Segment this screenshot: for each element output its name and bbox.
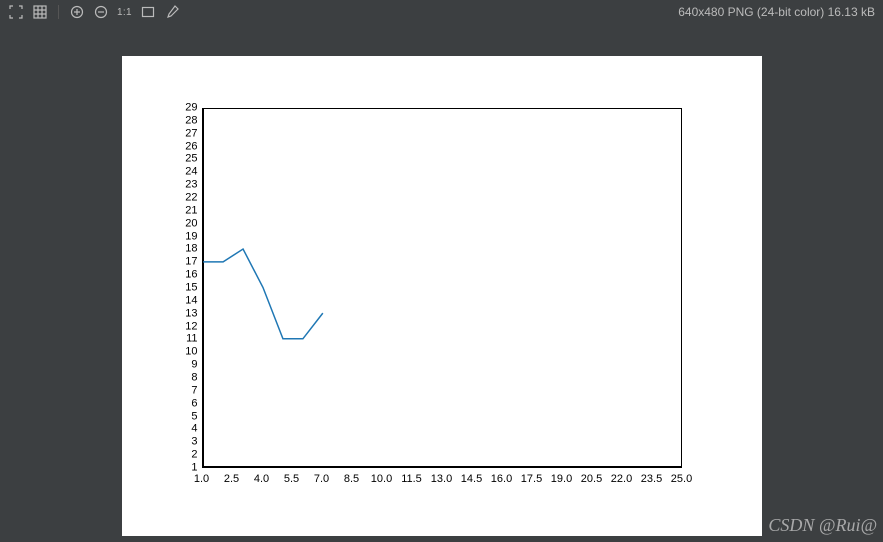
plot-area [202,108,682,468]
y-tick-label: 4 [170,424,198,435]
x-tick-label: 25.0 [671,474,692,485]
x-tick-label: 5.5 [284,474,299,485]
y-tick-label: 8 [170,373,198,384]
toolbar-left-group: 1:1 [8,4,180,20]
x-tick-label: 13.0 [431,474,452,485]
y-tick-label: 18 [170,244,198,255]
y-tick-label: 15 [170,283,198,294]
y-tick-label: 13 [170,308,198,319]
x-tick-label: 8.5 [344,474,359,485]
x-tick-label: 17.5 [521,474,542,485]
color-picker-icon[interactable] [164,4,180,20]
y-tick-label: 26 [170,141,198,152]
toolbar-divider [58,5,59,19]
x-tick-label: 14.5 [461,474,482,485]
x-tick-label: 23.5 [641,474,662,485]
fit-to-window-icon[interactable] [140,4,156,20]
image-viewer-area: 1234567891011121314151617181920212223242… [0,24,883,542]
zoom-out-icon[interactable] [93,4,109,20]
x-tick-label: 11.5 [401,474,422,485]
y-tick-label: 7 [170,385,198,396]
y-tick-label: 6 [170,398,198,409]
y-tick-label: 22 [170,193,198,204]
y-tick-label: 25 [170,154,198,165]
y-tick-label: 5 [170,411,198,422]
y-tick-label: 11 [170,334,198,345]
y-tick-label: 16 [170,270,198,281]
x-tick-label: 22.0 [611,474,632,485]
line-chart-svg [203,108,682,467]
x-tick-label: 4.0 [254,474,269,485]
x-tick-label: 19.0 [551,474,572,485]
grid-icon[interactable] [32,4,48,20]
y-tick-label: 1 [170,463,198,474]
zoom-in-icon[interactable] [69,4,85,20]
y-tick-label: 23 [170,180,198,191]
y-axis-ticks: 1234567891011121314151617181920212223242… [170,108,200,468]
y-tick-label: 3 [170,437,198,448]
x-axis-ticks: 1.02.54.05.57.08.510.011.513.014.516.017… [202,472,682,490]
y-tick-label: 29 [170,103,198,114]
x-tick-label: 16.0 [491,474,512,485]
y-tick-label: 27 [170,128,198,139]
zoom-actual-size[interactable]: 1:1 [117,7,132,18]
y-tick-label: 28 [170,115,198,126]
image-info-status: 640x480 PNG (24-bit color) 16.13 kB [678,5,875,19]
y-tick-label: 19 [170,231,198,242]
y-tick-label: 20 [170,218,198,229]
viewer-toolbar: 1:1 640x480 PNG (24-bit color) 16.13 kB [0,0,883,24]
y-tick-label: 2 [170,450,198,461]
y-tick-label: 21 [170,205,198,216]
x-tick-label: 2.5 [224,474,239,485]
y-tick-label: 24 [170,167,198,178]
y-tick-label: 9 [170,360,198,371]
x-tick-label: 10.0 [371,474,392,485]
x-tick-label: 1.0 [194,474,209,485]
x-tick-label: 20.5 [581,474,602,485]
line-series [203,249,323,339]
y-tick-label: 17 [170,257,198,268]
y-tick-label: 10 [170,347,198,358]
fullscreen-icon[interactable] [8,4,24,20]
x-tick-label: 7.0 [314,474,329,485]
y-tick-label: 14 [170,295,198,306]
y-tick-label: 12 [170,321,198,332]
chart-image: 1234567891011121314151617181920212223242… [122,56,762,536]
